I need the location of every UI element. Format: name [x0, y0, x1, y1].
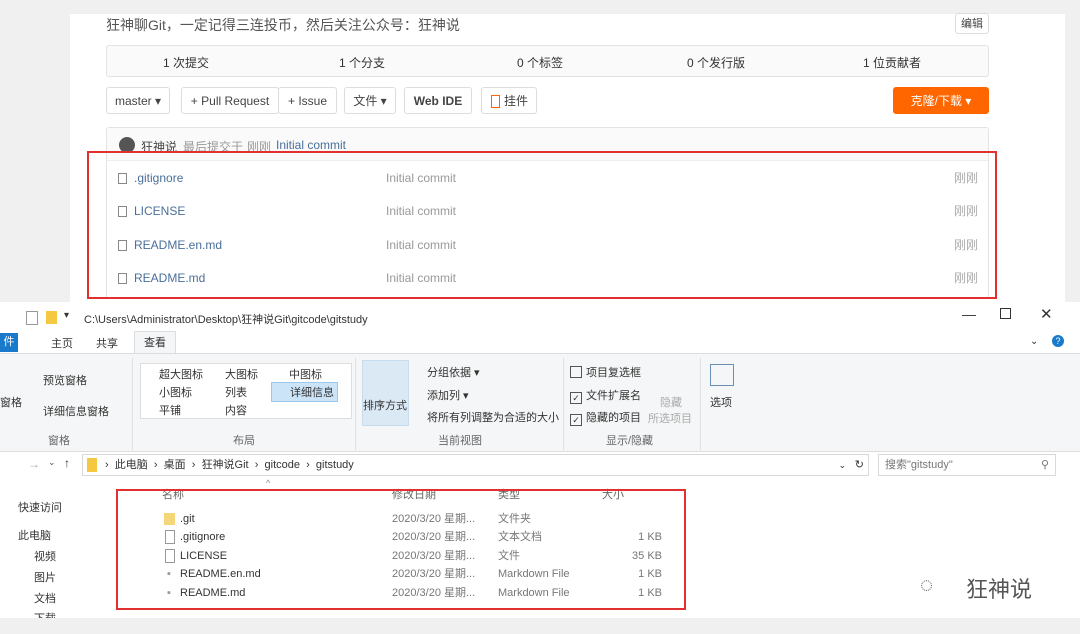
layout-content[interactable]: 内容	[225, 402, 247, 418]
address-bar[interactable]: › 此电脑 › 桌面 › 狂神说Git › gitcode › gitstudy…	[82, 454, 869, 476]
close-button[interactable]: ✕	[1040, 305, 1053, 323]
search-input[interactable]: 搜索"gitstudy" ⚲	[878, 454, 1056, 476]
options-icon	[710, 364, 734, 386]
highlight-box	[87, 151, 997, 299]
hide-selected-label: 隐藏	[660, 397, 682, 409]
forward-button[interactable]: →	[28, 457, 40, 471]
repo-description: 狂神聊Git，一定记得三连投币，然后关注公众号：狂神说	[106, 17, 460, 33]
details-pane-button[interactable]: 详细信息窗格	[43, 403, 109, 419]
layout-extra-large[interactable]: 超大图标	[159, 366, 203, 382]
preview-pane-button[interactable]: 预览窗格	[43, 372, 87, 388]
navigation-pane-button[interactable]: 窗格	[0, 394, 22, 410]
add-columns-button[interactable]: 添加列 ▾	[427, 387, 469, 403]
up-button[interactable]: ↑	[64, 456, 70, 470]
breadcrumb: › 此电脑 › 桌面 › 狂神说Git › gitcode › gitstudy	[105, 459, 354, 471]
quick-access-dropdown[interactable]: ▾	[64, 310, 69, 321]
web-ide-button[interactable]: Web IDE	[404, 87, 472, 114]
ribbon: 预览窗格 窗格 详细信息窗格 窗格 超大图标 大图标 中图标 小图标 列表 详细…	[0, 353, 1080, 452]
layout-list[interactable]: 列表	[225, 384, 247, 400]
tab-file[interactable]: 件	[0, 333, 18, 352]
folder-icon	[46, 311, 57, 324]
top-strip	[0, 0, 1080, 14]
issue-button[interactable]: + Issue	[278, 87, 337, 114]
divider	[355, 358, 356, 450]
tab-view[interactable]: 查看	[134, 331, 176, 354]
divider	[700, 358, 701, 450]
sidebar-pictures[interactable]: 图片	[34, 569, 56, 585]
group-by-button[interactable]: 分组依据 ▾	[427, 364, 480, 380]
options-button[interactable]: 选项	[710, 394, 732, 410]
widget-button[interactable]: 挂件	[481, 87, 537, 114]
highlight-box	[116, 489, 686, 610]
sidebar-documents[interactable]: 文档	[34, 590, 56, 606]
item-checkboxes-toggle[interactable]: 项目复选框	[570, 364, 641, 380]
show-hide-group-label: 显示/隐藏	[606, 435, 654, 447]
stats-bar: 1 次提交 1 个分支 0 个标签 0 个发行版 1 位贡献者	[106, 45, 989, 77]
contributors-stat[interactable]: 1 位贡献者	[863, 54, 921, 71]
sidebar-downloads[interactable]: 下载	[34, 610, 56, 618]
releases-stat[interactable]: 0 个发行版	[687, 54, 745, 71]
commits-stat[interactable]: 1 次提交	[163, 54, 209, 71]
crumb[interactable]: 桌面	[164, 459, 186, 471]
divider	[563, 358, 564, 450]
divider	[132, 358, 133, 450]
tab-home[interactable]: 主页	[51, 335, 73, 351]
sidebar-this-pc[interactable]: 此电脑	[18, 527, 51, 543]
layout-details[interactable]: 详细信息	[271, 382, 338, 402]
recent-dropdown[interactable]: ⌄	[48, 457, 56, 468]
size-columns-button[interactable]: 将所有列调整为合适的大小	[427, 409, 559, 425]
view-group-label: 当前视图	[438, 435, 482, 447]
maximize-button[interactable]	[1000, 308, 1011, 319]
search-placeholder: 搜索"gitstudy"	[885, 459, 953, 471]
sidebar-quick-access[interactable]: 快速访问	[18, 499, 62, 515]
refresh-button[interactable]: ↻	[855, 455, 864, 475]
minimize-button[interactable]: —	[962, 306, 976, 322]
crumb[interactable]: gitcode	[265, 459, 300, 471]
branch-select[interactable]: master ▾	[106, 87, 170, 114]
edit-button[interactable]: 编辑	[955, 13, 989, 34]
crumb[interactable]: gitstudy	[316, 459, 354, 471]
expand-ribbon-icon[interactable]: ⌄	[1030, 336, 1038, 347]
help-icon[interactable]: ?	[1052, 335, 1064, 347]
hide-selected-button: 所选项目	[648, 413, 692, 425]
sort-by-button[interactable]: 排序方式	[362, 360, 409, 426]
pull-request-button[interactable]: + Pull Request	[181, 87, 279, 114]
file-menu-button[interactable]: 文件 ▾	[344, 87, 396, 114]
clone-download-button[interactable]: 克隆/下载 ▾	[893, 87, 989, 114]
pane-group-label: 窗格	[48, 435, 70, 447]
wechat-icon: ◌	[920, 572, 934, 597]
file-explorer-window: ▾ C:\Users\Administrator\Desktop\狂神说Git\…	[0, 302, 1080, 618]
layout-small[interactable]: 小图标	[159, 384, 192, 400]
branches-stat[interactable]: 1 个分支	[339, 54, 385, 71]
layout-medium[interactable]: 中图标	[289, 366, 322, 382]
crumb[interactable]: 此电脑	[115, 459, 148, 471]
commit-message[interactable]: Initial commit	[276, 138, 346, 152]
search-icon: ⚲	[1040, 459, 1049, 471]
folder-icon	[87, 458, 97, 472]
sort-by-label: 排序方式	[363, 400, 407, 412]
crumb[interactable]: 狂神说Git	[202, 459, 249, 471]
layout-large[interactable]: 大图标	[225, 366, 258, 382]
widget-label: 挂件	[503, 94, 528, 108]
tags-stat[interactable]: 0 个标签	[517, 54, 563, 71]
layout-group-label: 布局	[233, 435, 255, 447]
hidden-items-toggle[interactable]: ✓ 隐藏的项目	[570, 409, 641, 426]
layout-tiles[interactable]: 平铺	[159, 402, 181, 418]
address-dropdown[interactable]: ⌄	[838, 455, 846, 475]
bookmark-icon	[491, 95, 500, 108]
watermark: 狂神说	[966, 577, 1033, 602]
file-extensions-toggle[interactable]: ✓ 文件扩展名	[570, 387, 641, 404]
window-title-path: C:\Users\Administrator\Desktop\狂神说Git\gi…	[84, 314, 368, 326]
properties-icon	[26, 311, 38, 325]
layout-gallery: 超大图标 大图标 中图标 小图标 列表 详细信息 平铺 内容	[140, 363, 352, 419]
tab-share[interactable]: 共享	[96, 335, 118, 351]
sidebar-videos[interactable]: 视频	[34, 548, 56, 564]
